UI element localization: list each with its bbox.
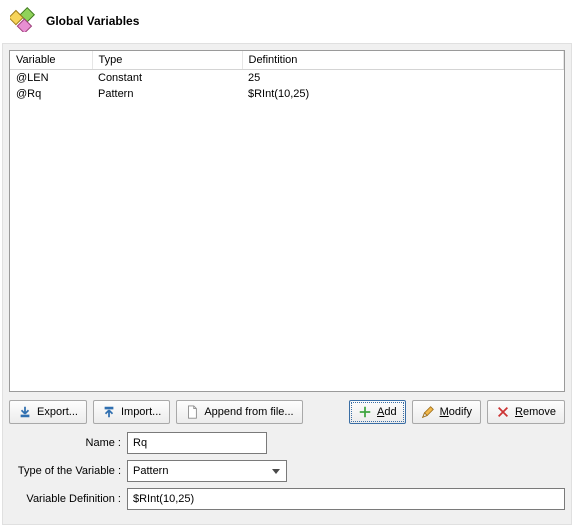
remove-button[interactable]: Remove (487, 400, 565, 424)
type-label: Type of the Variable : (9, 465, 121, 477)
pencil-icon (421, 405, 435, 419)
button-label: Export... (37, 406, 78, 418)
modify-button[interactable]: Modify (412, 400, 481, 424)
dialog-header: Global Variables (0, 0, 574, 43)
table-row[interactable]: @LEN Constant 25 (10, 70, 564, 87)
form-area: Name : Type of the Variable : Pattern Va… (9, 432, 565, 510)
column-header-type[interactable]: Type (92, 51, 242, 70)
global-variables-dialog: Global Variables Variable Type Defintiti… (0, 0, 574, 525)
column-header-definition[interactable]: Defintition (242, 51, 564, 70)
column-header-variable[interactable]: Variable (10, 51, 92, 70)
name-input[interactable] (127, 432, 267, 454)
button-label: Remove (515, 406, 556, 418)
type-select-value: Pattern (133, 465, 168, 477)
dialog-title: Global Variables (46, 14, 139, 28)
cell-variable: @Rq (10, 86, 92, 102)
export-icon (18, 405, 32, 419)
definition-label: Variable Definition : (9, 493, 121, 505)
dialog-content: Variable Type Defintition @LEN Constant … (2, 43, 572, 525)
button-label: Add (377, 406, 397, 418)
global-variables-icon (10, 6, 36, 35)
plus-icon (358, 405, 372, 419)
type-select[interactable]: Pattern (127, 460, 287, 482)
variables-table-container[interactable]: Variable Type Defintition @LEN Constant … (9, 50, 565, 392)
cell-definition: $RInt(10,25) (242, 86, 564, 102)
import-button[interactable]: Import... (93, 400, 170, 424)
cell-type: Pattern (92, 86, 242, 102)
delete-icon (496, 405, 510, 419)
variables-table: Variable Type Defintition @LEN Constant … (10, 51, 564, 102)
button-label: Append from file... (204, 406, 293, 418)
button-row: Export... Import... Append from file... (9, 400, 565, 424)
cell-definition: 25 (242, 70, 564, 87)
cell-variable: @LEN (10, 70, 92, 87)
button-label: Modify (440, 406, 472, 418)
cell-type: Constant (92, 70, 242, 87)
file-icon (185, 405, 199, 419)
definition-input[interactable] (127, 488, 565, 510)
append-from-file-button[interactable]: Append from file... (176, 400, 302, 424)
table-row[interactable]: @Rq Pattern $RInt(10,25) (10, 86, 564, 102)
button-label: Import... (121, 406, 161, 418)
import-icon (102, 405, 116, 419)
name-label: Name : (9, 437, 121, 449)
export-button[interactable]: Export... (9, 400, 87, 424)
add-button[interactable]: Add (349, 400, 406, 424)
